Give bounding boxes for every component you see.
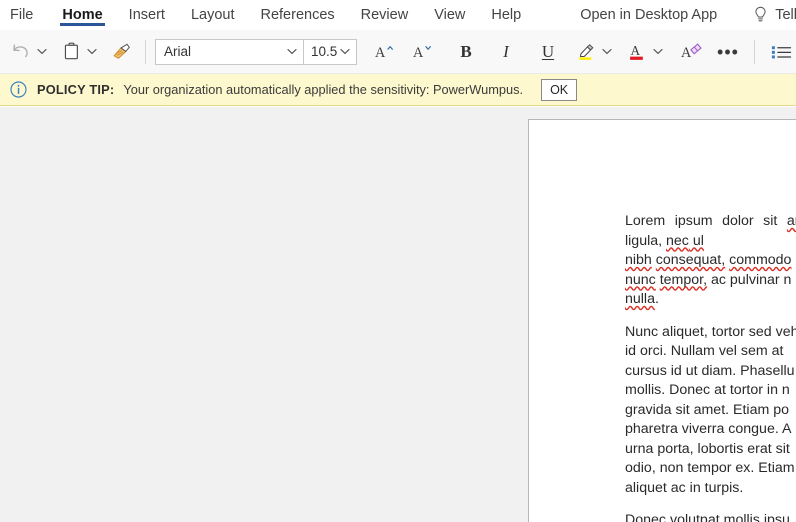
ribbon-separator-1 — [145, 39, 146, 64]
italic-glyph: I — [503, 41, 509, 61]
ribbon-separator-2 — [754, 39, 755, 64]
tab-help-label: Help — [491, 7, 522, 23]
open-in-desktop-app-button[interactable]: Open in Desktop App — [580, 7, 717, 23]
tab-layout-label: Layout — [190, 7, 235, 23]
paste-button[interactable] — [58, 37, 84, 67]
font-controls-group: Arial 10.5 — [155, 38, 357, 65]
highlighter-icon — [578, 44, 593, 60]
more-options-glyph: ••• — [717, 41, 739, 62]
undo-dropdown-chevron[interactable] — [34, 37, 50, 67]
tab-file-label: File — [10, 7, 34, 23]
home-ribbon-toolbar: Arial 10.5 A A B I U A A ••• — [0, 30, 796, 74]
tab-review[interactable]: Review — [348, 0, 422, 30]
tab-home-label: Home — [62, 7, 103, 23]
underline-glyph: U — [541, 41, 555, 61]
font-color-dropdown-chevron[interactable] — [650, 37, 666, 67]
tell-me-search[interactable]: Tell — [753, 6, 796, 24]
bullet-list-icon — [771, 45, 791, 58]
tab-view[interactable]: View — [421, 0, 478, 30]
font-size-input[interactable]: 10.5 — [304, 40, 337, 64]
tab-insert[interactable]: Insert — [116, 0, 178, 30]
font-name-dropdown-chevron[interactable] — [281, 40, 303, 64]
tab-view-label: View — [434, 7, 466, 23]
svg-text:A: A — [413, 45, 424, 61]
more-options-button[interactable]: ••• — [714, 37, 742, 67]
bullet-list-button[interactable] — [767, 37, 795, 67]
format-painter-icon — [112, 43, 130, 59]
highlight-dropdown-chevron[interactable] — [599, 37, 615, 67]
clear-formatting-icon: A — [681, 43, 702, 61]
underline-button[interactable]: U — [535, 37, 561, 67]
tab-review-label: Review — [360, 7, 409, 23]
policy-tip-bar: POLICY TIP: Your organization automatica… — [0, 74, 796, 106]
tab-help[interactable]: Help — [478, 0, 534, 30]
shrink-font-button[interactable]: A — [407, 37, 437, 67]
tab-references-label: References — [260, 7, 335, 23]
document-body[interactable]: Lorem ipsum dolor sit amet, et scelerisq… — [625, 212, 796, 522]
italic-button[interactable]: I — [493, 37, 519, 67]
policy-tip-label: POLICY TIP: — [37, 82, 115, 97]
document-canvas[interactable]: Lorem ipsum dolor sit amet, et scelerisq… — [0, 107, 796, 522]
font-name-input[interactable]: Arial — [156, 40, 281, 64]
paragraph-2[interactable]: Nunc aliquet, tortor sed veh id orci. Nu… — [625, 323, 796, 499]
font-color-button[interactable]: A — [624, 37, 650, 67]
grow-font-button[interactable]: A — [369, 37, 399, 67]
lightbulb-icon — [753, 6, 768, 24]
highlight-color-button[interactable] — [573, 37, 599, 67]
info-icon — [10, 81, 27, 98]
grow-font-icon: A — [375, 45, 393, 61]
undo-icon — [12, 44, 28, 58]
bold-glyph: B — [460, 41, 472, 61]
svg-text:A: A — [681, 45, 692, 61]
svg-text:A: A — [630, 43, 640, 58]
ribbon-tab-strip: File Home Insert Layout References Revie… — [0, 0, 796, 30]
bold-button[interactable]: B — [453, 37, 479, 67]
tab-references[interactable]: References — [247, 0, 347, 30]
font-color-icon: A — [629, 43, 643, 60]
svg-text:A: A — [375, 45, 386, 61]
shrink-font-icon: A — [413, 45, 431, 61]
policy-tip-message: Your organization automatically applied … — [123, 82, 524, 97]
document-page[interactable]: Lorem ipsum dolor sit amet, et scelerisq… — [528, 119, 796, 522]
paragraph-3[interactable]: Donec volutpat mollis ipsu venenatis nun… — [625, 511, 796, 522]
clipboard-icon — [64, 42, 78, 60]
paragraph-1[interactable]: Lorem ipsum dolor sit amet, et scelerisq… — [625, 212, 796, 310]
tab-insert-label: Insert — [128, 7, 165, 23]
policy-tip-ok-button[interactable]: OK — [541, 78, 578, 101]
font-size-dropdown-chevron[interactable] — [334, 40, 356, 64]
tab-layout[interactable]: Layout — [178, 0, 248, 30]
undo-button[interactable] — [6, 37, 34, 67]
tab-home[interactable]: Home — [49, 0, 115, 30]
clear-formatting-button[interactable]: A — [676, 37, 704, 67]
paste-dropdown-chevron[interactable] — [84, 37, 100, 67]
format-painter-button[interactable] — [108, 37, 134, 67]
tab-file[interactable]: File — [0, 0, 49, 30]
tell-me-label: Tell — [775, 7, 796, 23]
